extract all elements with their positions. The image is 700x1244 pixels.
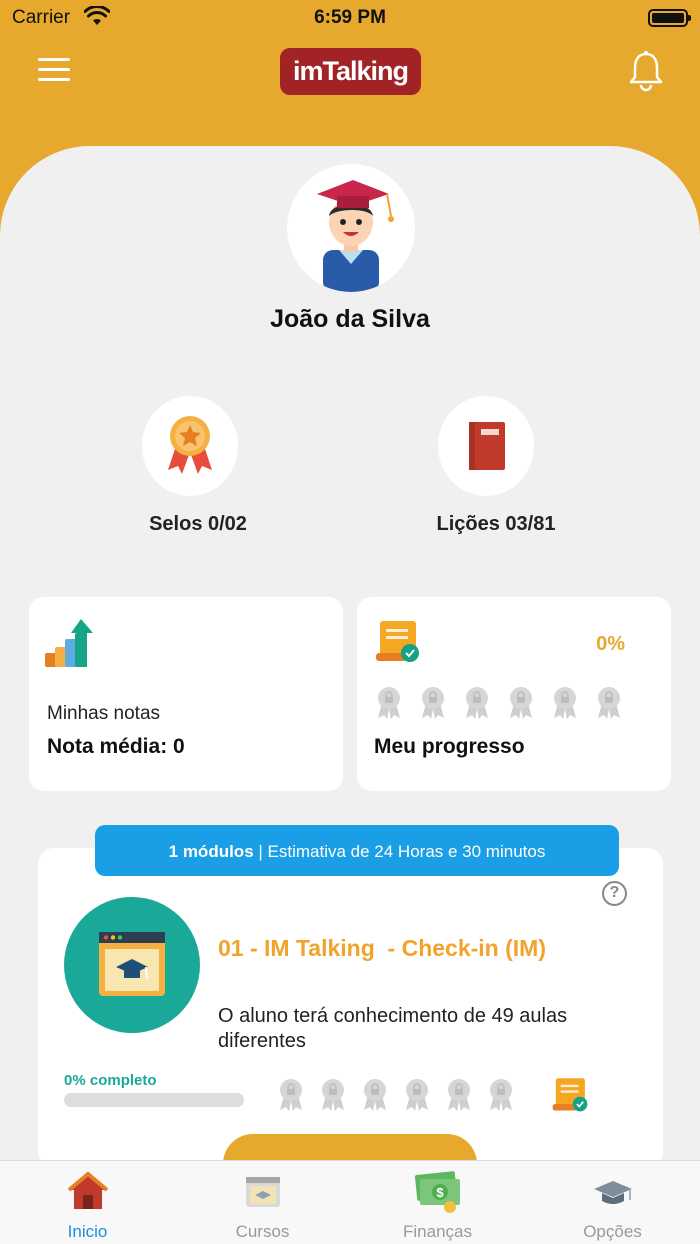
module-banner: 1 módulos | Estimativa de 24 Horas e 30 … [95,825,619,876]
help-icon[interactable]: ? [602,881,627,906]
locked-seal-icon [361,1077,389,1116]
module-count: 1 módulos [168,842,254,861]
money-icon: $ [414,1171,460,1213]
locked-seal-icon [277,1077,305,1116]
status-bar: Carrier 6:59 PM [0,0,700,36]
tab-inicio[interactable]: Inicio [0,1161,175,1244]
profile-name: João da Silva [270,305,430,333]
graduate-avatar-icon[interactable] [287,164,415,292]
home-icon [67,1171,109,1209]
tab-financas[interactable]: $ Finanças [350,1161,525,1244]
certificate-icon [552,1078,588,1112]
progress-card[interactable]: 0% Meu progresso [357,597,671,791]
locked-seal-icon [463,685,491,724]
tab-label: Opções [583,1222,642,1241]
locked-seal-icon [319,1077,347,1116]
app-logo: imTalking [280,48,421,95]
courses-icon [246,1177,280,1207]
online-course-icon [99,932,165,996]
locked-seal-icon [487,1077,515,1116]
seals-label: Selos 0/02 [149,513,247,535]
module-description: O aluno terá conhecimento de 49 aulas di… [218,1005,568,1052]
seals-button[interactable] [142,396,238,496]
module-title[interactable]: 01 - IM Talking - Check-in (IM) [218,935,546,962]
clock: 6:59 PM [314,7,386,28]
tab-bar: Inicio Cursos $ Finanças Opções [0,1160,700,1244]
bell-icon[interactable] [626,50,666,92]
module-estimate: Estimativa de 24 Horas e 30 minutos [267,842,546,861]
chart-growth-icon [45,619,93,667]
module-progress-bar [64,1093,244,1107]
locked-seal-icon [507,685,535,724]
module-completion: 0% completo [64,1072,157,1089]
tab-label: Cursos [235,1222,290,1241]
locked-seal-icon [445,1077,473,1116]
hamburger-icon[interactable] [38,58,70,82]
lessons-label: Lições 03/81 [436,513,556,535]
lessons-button[interactable] [438,396,534,496]
locked-seal-icon [595,685,623,724]
notes-card[interactable]: Minhas notas Nota média: 0 [29,597,343,791]
tab-cursos[interactable]: Cursos [175,1161,350,1244]
tab-label: Finanças [403,1222,472,1241]
svg-text:$: $ [436,1185,444,1200]
locked-seal-icon [375,685,403,724]
progress-label: Meu progresso [374,735,525,758]
graduation-cap-icon [594,1181,632,1204]
book-icon [469,422,505,470]
notes-title: Minhas notas [47,703,161,724]
notes-average: Nota média: 0 [47,735,185,758]
module-icon [64,897,200,1033]
tab-opcoes[interactable]: Opções [525,1161,700,1244]
banner-separator: | [253,842,268,861]
battery-icon [648,9,691,27]
certificate-icon [376,621,419,662]
progress-percent: 0% [596,633,625,655]
tab-label: Inicio [67,1222,108,1241]
locked-seal-icon [419,685,447,724]
locked-seal-icon [551,685,579,724]
locked-seal-icon [403,1077,431,1116]
medal-icon [168,416,212,474]
